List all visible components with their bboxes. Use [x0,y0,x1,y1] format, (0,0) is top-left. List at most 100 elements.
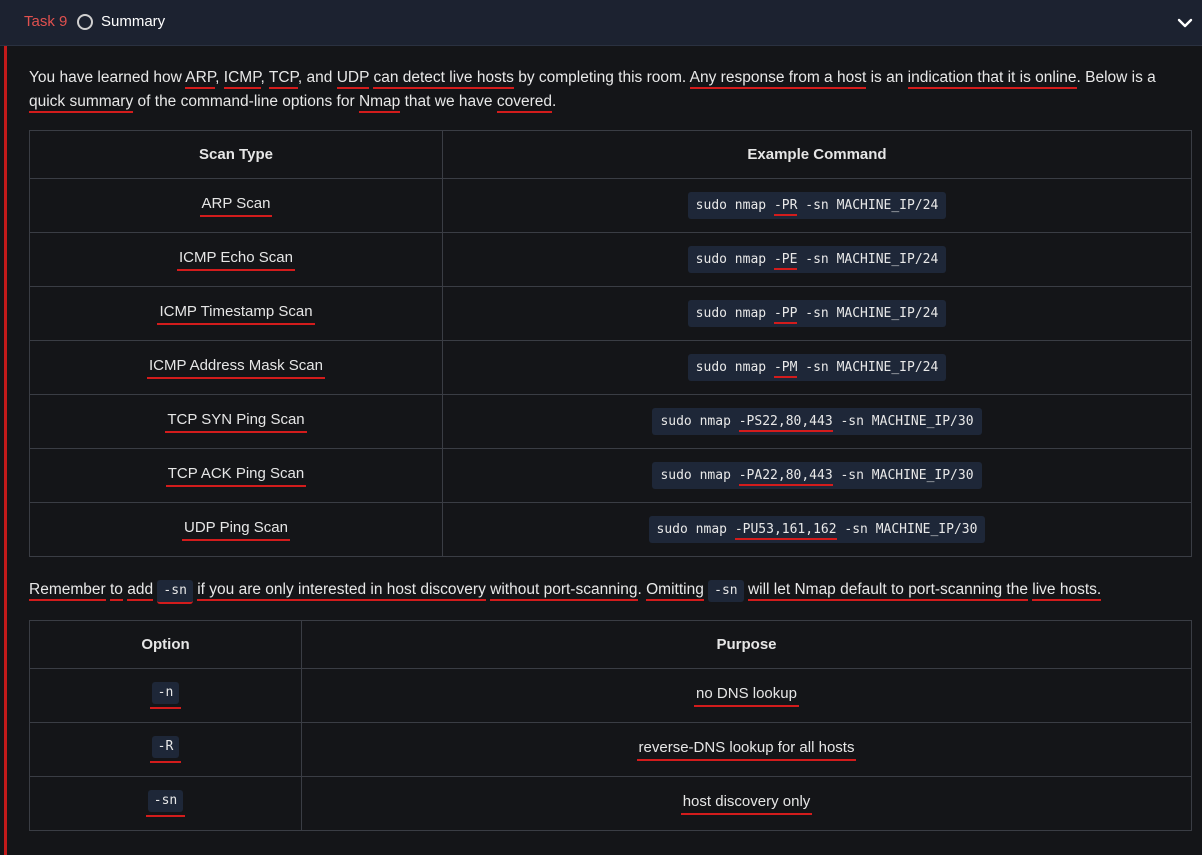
task-title: Summary [101,13,166,30]
command-suffix: -sn MACHINE_IP/30 [832,468,974,483]
add-word: add [127,581,154,601]
live-hosts-phrase: live hosts. [1032,581,1102,601]
table-row: ICMP Address Mask Scan sudo nmap -PM -sn… [29,340,1192,395]
command-suffix: -sn MACHINE_IP/30 [832,414,974,429]
task-number-label: Task 9 [24,13,68,30]
purpose-text: reverse-DNS lookup for all hosts [636,739,857,761]
scan-type-cell: ICMP Echo Scan [29,232,443,287]
command-code: sudo nmap -PS22,80,443 -sn MACHINE_IP/30 [652,408,982,435]
text-fragment: by completing this room. [513,69,690,86]
table-row: ICMP Echo Scan sudo nmap -PE -sn MACHINE… [29,232,1192,287]
command-code: sudo nmap -PM -sn MACHINE_IP/24 [687,354,947,381]
sn-flag-code: -sn [708,580,744,602]
scan-type-label: ICMP Address Mask Scan [147,357,325,379]
nmap-term: Nmap [358,93,401,113]
text-fragment: that we have [400,93,497,110]
scan-type-label: TCP SYN Ping Scan [165,411,307,433]
scan-type-cell: ARP Scan [29,178,443,233]
icmp-term: ICMP [223,69,261,89]
command-prefix: sudo nmap [695,360,774,375]
text-fragment: of the command-line options for [133,93,359,110]
option-underline: -R [149,736,182,763]
text-fragment: . [637,581,647,598]
purpose-cell: no DNS lookup [301,668,1192,723]
option-cell: -sn [29,776,302,831]
command-cell: sudo nmap -PA22,80,443 -sn MACHINE_IP/30 [442,448,1192,503]
circle-outline-icon [77,14,93,30]
scan-type-cell: TCP ACK Ping Scan [29,448,443,503]
command-prefix: sudo nmap [656,522,735,537]
purpose-text: no DNS lookup [694,685,799,707]
scan-type-cell: TCP SYN Ping Scan [29,394,443,449]
purpose-text: host discovery only [680,793,813,815]
table-row: TCP ACK Ping Scan sudo nmap -PA22,80,443… [29,448,1192,503]
command-suffix: -sn MACHINE_IP/24 [797,198,939,213]
text-fragment: . [551,93,557,110]
command-prefix: sudo nmap [660,414,739,429]
scan-type-label: ICMP Echo Scan [177,249,295,271]
covered-term: covered [496,93,552,113]
scan-type-table: Scan Type Example Command ARP Scan sudo … [29,130,1192,557]
to-word: to [109,581,123,601]
command-flag: -PR [773,198,798,216]
command-cell: sudo nmap -PR -sn MACHINE_IP/24 [442,178,1192,233]
arp-term: ARP [185,69,216,89]
option-underline: -sn [145,790,186,817]
column-header-option: Option [29,620,302,669]
command-code: sudo nmap -PP -sn MACHINE_IP/24 [687,300,947,327]
table-row: -R reverse-DNS lookup for all hosts [29,722,1192,777]
indication-phrase: indication that it is online [907,69,1077,89]
purpose-cell: host discovery only [301,776,1192,831]
table-row: ICMP Timestamp Scan sudo nmap -PP -sn MA… [29,286,1192,341]
table-row: UDP Ping Scan sudo nmap -PU53,161,162 -s… [29,502,1192,557]
command-cell: sudo nmap -PE -sn MACHINE_IP/24 [442,232,1192,287]
host-discovery-phrase: if you are only interested in host disco… [197,581,486,601]
command-suffix: -sn MACHINE_IP/30 [836,522,978,537]
udp-term: UDP [336,69,370,89]
scan-type-cell: UDP Ping Scan [29,502,443,557]
chevron-down-icon[interactable] [1176,14,1194,32]
command-prefix: sudo nmap [695,252,774,267]
option-code: -sn [147,790,184,812]
text-fragment: , [260,69,269,86]
default-port-scanning-phrase: will let Nmap default to port-scanning t… [747,581,1028,601]
command-prefix: sudo nmap [695,198,774,213]
purpose-cell: reverse-DNS lookup for all hosts [301,722,1192,777]
scan-type-label: ICMP Timestamp Scan [157,303,315,325]
text-fragment: is an [866,69,908,86]
tcp-term: TCP [268,69,298,89]
table-row: -sn host discovery only [29,776,1192,831]
omitting-word: Omitting [646,581,704,601]
response-phrase: Any response from a host [689,69,867,89]
table-header-row: Scan Type Example Command [29,130,1192,179]
text-fragment: , [215,69,224,86]
command-flag: -PS22,80,443 [738,414,833,432]
column-header-scan-type: Scan Type [29,130,443,179]
scan-type-label: ARP Scan [199,195,273,217]
command-suffix: -sn MACHINE_IP/24 [797,306,939,321]
command-suffix: -sn MACHINE_IP/24 [797,252,939,267]
task-accent-bar [4,46,7,855]
table-row: TCP SYN Ping Scan sudo nmap -PS22,80,443… [29,394,1192,449]
command-cell: sudo nmap -PP -sn MACHINE_IP/24 [442,286,1192,341]
command-code: sudo nmap -PE -sn MACHINE_IP/24 [687,246,947,273]
command-cell: sudo nmap -PM -sn MACHINE_IP/24 [442,340,1192,395]
task-header[interactable]: Task 9 Summary [0,0,1202,46]
option-code: -R [151,736,180,758]
scan-type-cell: ICMP Address Mask Scan [29,340,443,395]
detect-phrase: can detect live hosts [373,69,514,89]
option-cell: -R [29,722,302,777]
table-header-row: Option Purpose [29,620,1192,669]
text-fragment: . Below is a [1076,69,1156,86]
command-flag: -PA22,80,443 [738,468,833,486]
table-row: -n no DNS lookup [29,668,1192,723]
command-prefix: sudo nmap [660,468,739,483]
command-code: sudo nmap -PR -sn MACHINE_IP/24 [687,192,947,219]
scan-type-label: UDP Ping Scan [182,519,290,541]
command-cell: sudo nmap -PS22,80,443 -sn MACHINE_IP/30 [442,394,1192,449]
command-code: sudo nmap -PA22,80,443 -sn MACHINE_IP/30 [652,462,982,489]
task-content: You have learned how ARP, ICMP, TCP, and… [29,66,1192,831]
intro-paragraph: You have learned how ARP, ICMP, TCP, and… [29,66,1189,114]
text-fragment: You have learned how [29,69,186,86]
command-suffix: -sn MACHINE_IP/24 [797,360,939,375]
